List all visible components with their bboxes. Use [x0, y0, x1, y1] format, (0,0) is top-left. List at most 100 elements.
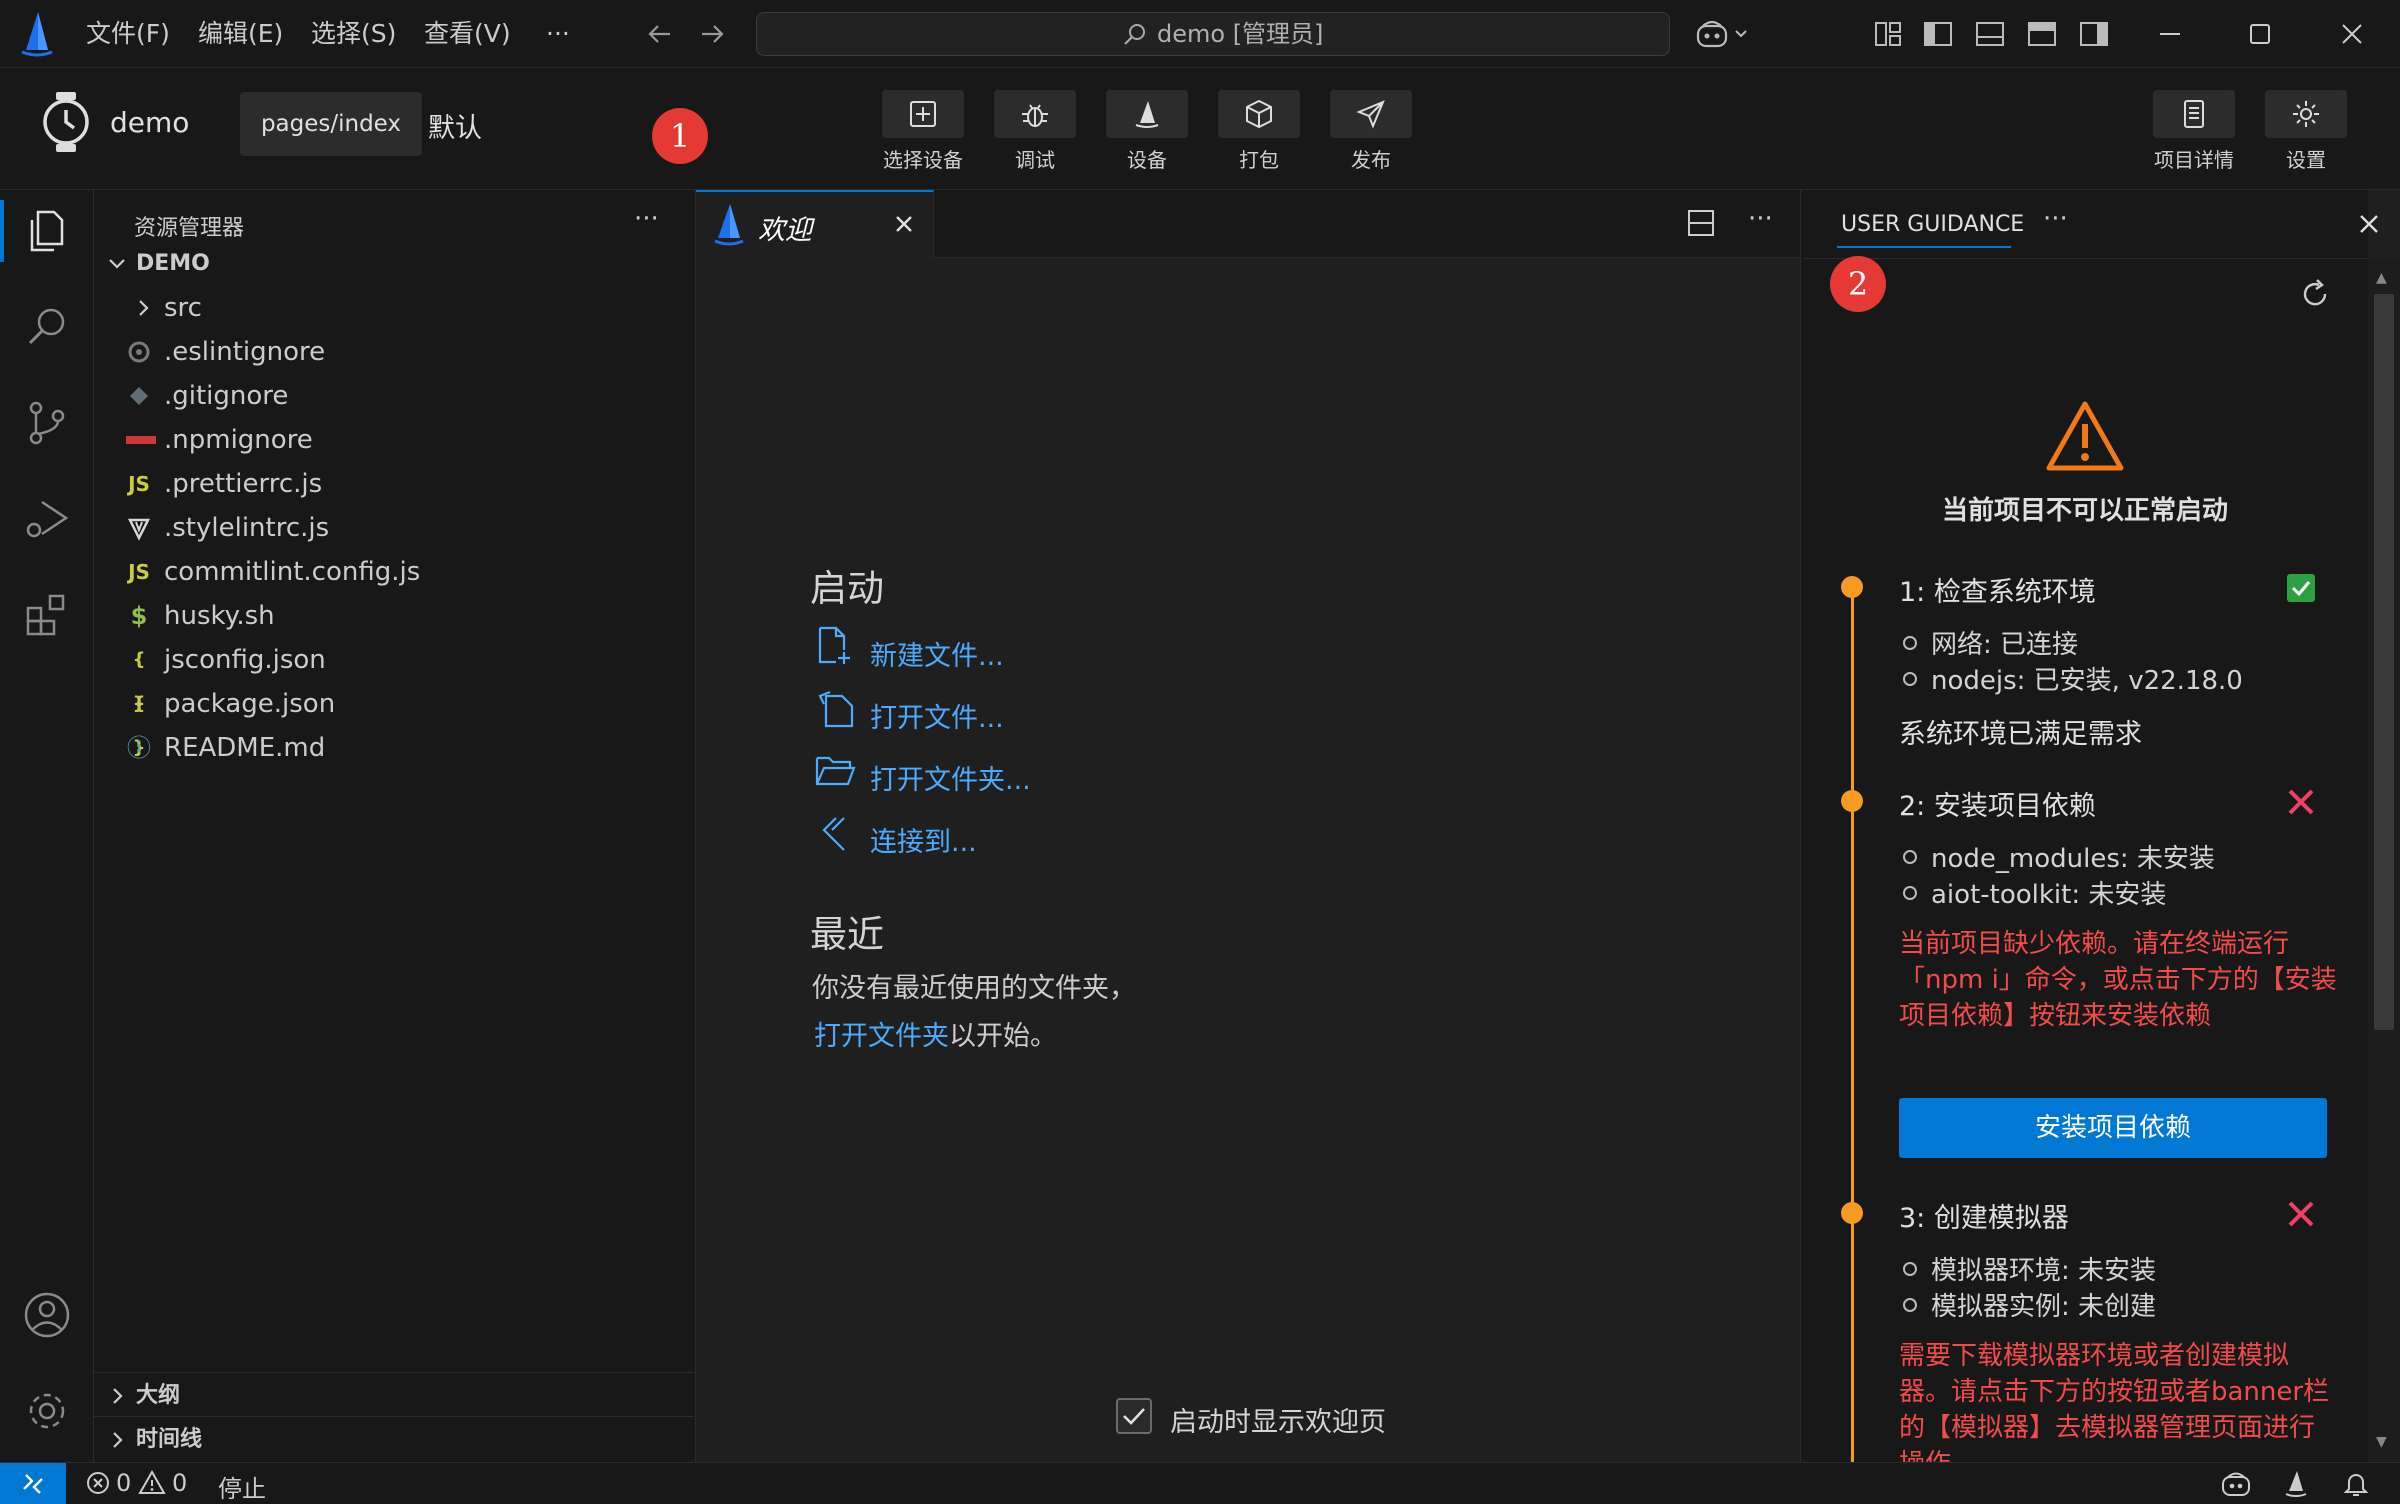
- toggle-primary-sidebar-icon[interactable]: [1922, 18, 1954, 50]
- explorer-title: 资源管理器: [134, 216, 245, 241]
- refresh-icon[interactable]: [2297, 276, 2333, 312]
- select-device-button[interactable]: 选择设备: [881, 90, 965, 173]
- step-2-title: 2: 安装项目依赖: [1899, 791, 2096, 822]
- step-3-title: 3: 创建模拟器: [1899, 1203, 2069, 1234]
- explorer-icon[interactable]: [22, 206, 72, 256]
- new-file-link[interactable]: 新建文件...: [870, 634, 1004, 673]
- tree-item-stylelintrc[interactable]: .stylelintrc.js: [94, 506, 694, 550]
- tree-item-npmignore[interactable]: .npmignore: [94, 418, 694, 462]
- install-dependencies-button[interactable]: 安装项目依赖: [1899, 1098, 2327, 1158]
- step-3-dot: [1841, 1202, 1863, 1224]
- copilot-status-icon[interactable]: [2220, 1469, 2252, 1499]
- outline-section[interactable]: 大纲: [94, 1374, 694, 1418]
- annotation-badge-1: 1: [652, 108, 708, 164]
- extensions-icon[interactable]: [22, 590, 72, 640]
- manage-gear-icon[interactable]: [22, 1386, 72, 1436]
- recent-open-folder-link[interactable]: 打开文件夹: [814, 1021, 949, 1052]
- step-3-bullet-instance: 模拟器实例: 未创建: [1903, 1286, 2156, 1323]
- eslint-icon: [126, 330, 152, 374]
- notifications-bell-icon[interactable]: [2342, 1469, 2370, 1499]
- step-1-summary: 系统环境已满足需求: [1899, 719, 2142, 750]
- remote-indicator[interactable]: [0, 1463, 66, 1504]
- page-mode[interactable]: 默认: [428, 106, 482, 145]
- info-icon: ⓘ: [127, 734, 151, 762]
- tree-item-prettierrc[interactable]: JS .prettierrc.js: [94, 462, 694, 506]
- connect-to-link[interactable]: 连接到...: [870, 820, 977, 859]
- page-select[interactable]: pages/index: [240, 92, 422, 156]
- settings-gear-icon: [2293, 101, 2319, 127]
- settings-button[interactable]: 设置: [2264, 90, 2348, 173]
- copilot-icon[interactable]: [1694, 18, 1758, 50]
- tree-item-gitignore[interactable]: .gitignore: [94, 374, 694, 418]
- guidance-scrollbar[interactable]: ▲ ▼: [2368, 258, 2400, 1462]
- menu-select[interactable]: 选择(S): [311, 16, 396, 52]
- tree-root-demo[interactable]: DEMO: [94, 242, 694, 286]
- recent-heading: 最近: [810, 913, 884, 956]
- guidance-more-icon[interactable]: ···: [2043, 204, 2068, 234]
- warnings-icon[interactable]: [138, 1469, 166, 1497]
- package-button[interactable]: 打包: [1217, 90, 1301, 173]
- close-panel-icon[interactable]: [2355, 210, 2383, 238]
- warnings-count: 0: [172, 1469, 188, 1497]
- open-file-link[interactable]: 打开文件...: [870, 696, 1004, 735]
- annotation-badge-2: 2: [1830, 256, 1886, 312]
- user-guidance-panel: USER GUIDANCE ··· 当前项目不可以正常启动 1: 检查系统环境 …: [1800, 190, 2378, 1462]
- menu-file[interactable]: 文件(F): [86, 16, 170, 52]
- minimize-icon[interactable]: [2154, 18, 2186, 50]
- search-icon: [1121, 21, 1149, 49]
- forward-arrow-icon[interactable]: [696, 18, 728, 50]
- tree-item-commitlint[interactable]: JS commitlint.config.js: [94, 550, 694, 594]
- app-logo-icon: [712, 200, 746, 248]
- tree-item-jsconfig[interactable]: { } jsconfig.json: [94, 638, 694, 714]
- warning-triangle-icon: [2045, 400, 2125, 472]
- close-window-icon[interactable]: [2336, 18, 2368, 50]
- timeline-section[interactable]: 时间线: [94, 1418, 694, 1462]
- scroll-up-icon[interactable]: ▲: [2376, 270, 2387, 286]
- split-editor-icon[interactable]: [1686, 208, 1716, 238]
- account-icon[interactable]: [22, 1290, 72, 1340]
- customize-layout-icon[interactable]: [1872, 18, 1904, 50]
- show-on-startup-checkbox[interactable]: [1116, 1398, 1152, 1434]
- step-3-bullet-env: 模拟器环境: 未安装: [1903, 1250, 2156, 1287]
- tree-item-package-json[interactable]: { } package.json: [94, 682, 694, 758]
- explorer-more-icon[interactable]: ···: [634, 204, 659, 234]
- open-folder-icon: [814, 752, 856, 790]
- tree-item-readme[interactable]: ⓘ README.md: [94, 726, 694, 770]
- command-center-search[interactable]: demo [管理员]: [756, 12, 1670, 56]
- project-details-button[interactable]: 项目详情: [2152, 90, 2236, 173]
- menu-more[interactable]: ···: [546, 16, 570, 52]
- debug-button[interactable]: 调试: [993, 90, 1077, 173]
- remote-connect-icon: [816, 814, 852, 854]
- toggle-maximized-panel-icon[interactable]: [2026, 18, 2058, 50]
- maximize-icon[interactable]: [2244, 18, 2276, 50]
- shell-icon: $: [130, 602, 148, 630]
- step-2-bullet-aiot-toolkit: aiot-toolkit: 未安装: [1903, 874, 2166, 911]
- scrollbar-thumb[interactable]: [2374, 294, 2394, 1030]
- editor-more-icon[interactable]: ···: [1748, 204, 1773, 234]
- tree-item-eslintignore[interactable]: .eslintignore: [94, 330, 694, 374]
- remote-icon: [23, 1474, 43, 1494]
- step-2-bullet-node-modules: node_modules: 未安装: [1903, 838, 2215, 875]
- guidance-title[interactable]: USER GUIDANCE: [1841, 212, 2024, 237]
- device-button[interactable]: 设备: [1105, 90, 1189, 173]
- run-debug-icon[interactable]: [22, 494, 72, 544]
- toggle-panel-icon[interactable]: [1974, 18, 2006, 50]
- tab-welcome[interactable]: 欢迎: [696, 190, 934, 258]
- errors-icon[interactable]: [84, 1469, 112, 1497]
- back-arrow-icon[interactable]: [644, 18, 676, 50]
- search-icon[interactable]: [22, 302, 72, 352]
- toggle-secondary-sidebar-icon[interactable]: [2078, 18, 2110, 50]
- publish-button[interactable]: 发布: [1329, 90, 1413, 173]
- close-tab-icon[interactable]: [890, 210, 918, 238]
- source-control-icon[interactable]: [22, 398, 72, 448]
- sail-status-icon[interactable]: [2282, 1469, 2310, 1499]
- tree-item-husky[interactable]: $ husky.sh: [94, 594, 694, 638]
- divider: [94, 1372, 694, 1373]
- json-icon: { }: [132, 693, 146, 758]
- menu-view[interactable]: 查看(V): [424, 16, 511, 52]
- stop-button[interactable]: 停止: [218, 1469, 266, 1504]
- tree-item-src[interactable]: src: [94, 286, 694, 330]
- scroll-down-icon[interactable]: ▼: [2376, 1434, 2387, 1450]
- open-folder-link[interactable]: 打开文件夹...: [870, 758, 1031, 797]
- menu-edit[interactable]: 编辑(E): [198, 16, 283, 52]
